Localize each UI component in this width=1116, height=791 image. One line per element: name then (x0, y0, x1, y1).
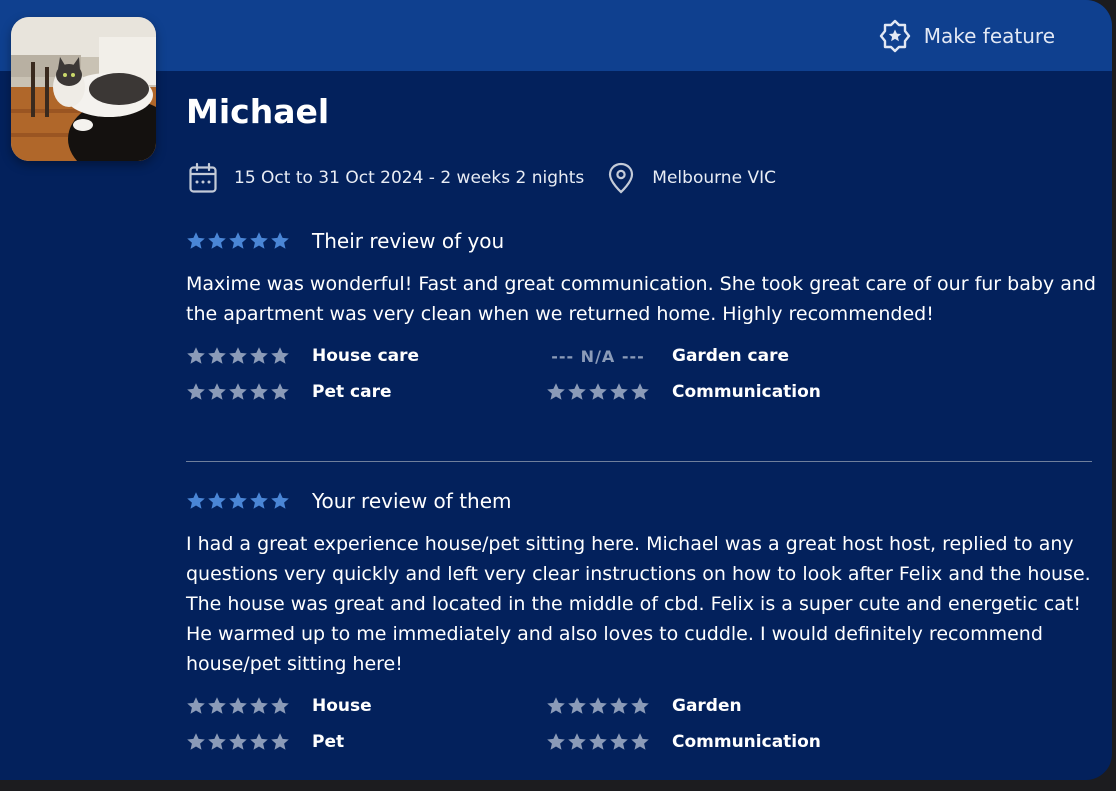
garden-care-label: Garden care (672, 346, 789, 366)
pet-stars (186, 732, 290, 752)
star-icon (187, 383, 205, 400)
star-icon (229, 347, 247, 364)
card-header-bar: Make feature (0, 0, 1112, 71)
star-icon (229, 697, 247, 714)
star-icon (271, 733, 289, 750)
star-icon (187, 347, 205, 364)
star-icon (271, 697, 289, 714)
star-icon (271, 492, 289, 509)
star-icon (187, 733, 205, 750)
star-icon (589, 733, 607, 750)
their-review-title: Their review of you (312, 229, 505, 253)
make-feature-button[interactable]: Make feature (878, 19, 1055, 53)
rating-pet-care: Pet care (186, 382, 392, 402)
star-icon (229, 733, 247, 750)
pet-label: Pet (312, 732, 345, 752)
star-icon (208, 733, 226, 750)
trip-dates: 15 Oct to 31 Oct 2024 - 2 weeks 2 nights (234, 168, 585, 188)
star-icon (229, 492, 247, 509)
house-care-stars (186, 346, 290, 366)
trip-location: Melbourne VIC (652, 168, 776, 188)
star-icon (610, 697, 628, 714)
star-icon (589, 383, 607, 400)
star-icon (250, 733, 268, 750)
star-icon (187, 697, 205, 714)
trip-meta: 15 Oct to 31 Oct 2024 - 2 weeks 2 nights… (186, 161, 776, 195)
rating-house: House (186, 696, 372, 716)
your-review-header: Your review of them (186, 489, 512, 513)
star-icon (250, 492, 268, 509)
star-icon (271, 232, 289, 249)
rating-garden: Garden (546, 696, 742, 716)
make-feature-label: Make feature (923, 24, 1055, 48)
star-icon (568, 697, 586, 714)
garden-label: Garden (672, 696, 742, 716)
star-icon (208, 492, 226, 509)
your-review-stars (186, 491, 290, 511)
house-stars (186, 696, 290, 716)
star-icon (229, 383, 247, 400)
rating-garden-care: --- N/A --- Garden care (546, 346, 789, 366)
star-icon (568, 383, 586, 400)
communication-2-label: Communication (672, 732, 821, 752)
communication-label: Communication (672, 382, 821, 402)
star-icon (631, 383, 649, 400)
star-icon (208, 232, 226, 249)
star-icon (547, 697, 565, 714)
star-badge-icon (878, 19, 912, 53)
house-care-label: House care (312, 346, 420, 366)
rating-communication-2: Communication (546, 732, 821, 752)
star-icon (208, 383, 226, 400)
star-icon (610, 383, 628, 400)
star-icon (250, 347, 268, 364)
star-icon (610, 733, 628, 750)
location-pin-icon (606, 161, 636, 195)
calendar-icon (186, 161, 220, 195)
star-icon (631, 733, 649, 750)
star-icon (631, 697, 649, 714)
star-icon (187, 232, 205, 249)
their-review-text: Maxime was wonderful! Fast and great com… (186, 273, 1096, 325)
communication-2-stars (546, 732, 650, 752)
rating-pet: Pet (186, 732, 344, 752)
star-icon (271, 347, 289, 364)
review-card: Make feature Michael 15 Oct to 31 Oct 20… (0, 0, 1112, 780)
section-divider (186, 461, 1092, 462)
profile-name: Michael (186, 92, 330, 131)
pet-care-stars (186, 382, 290, 402)
star-icon (229, 232, 247, 249)
their-review-stars (186, 231, 290, 251)
rating-house-care: House care (186, 346, 419, 366)
garden-stars (546, 696, 650, 716)
star-icon (547, 383, 565, 400)
star-icon (589, 697, 607, 714)
garden-care-na: --- N/A --- (551, 346, 645, 366)
communication-stars (546, 382, 650, 402)
star-icon (250, 232, 268, 249)
star-icon (208, 347, 226, 364)
profile-photo (11, 17, 156, 161)
star-icon (568, 733, 586, 750)
rating-communication: Communication (546, 382, 821, 402)
star-icon (547, 733, 565, 750)
pet-care-label: Pet care (312, 382, 392, 402)
star-icon (208, 697, 226, 714)
star-icon (250, 383, 268, 400)
their-review-header: Their review of you (186, 229, 504, 253)
your-review-title: Your review of them (312, 489, 512, 513)
star-icon (250, 697, 268, 714)
house-label: House (312, 696, 372, 716)
your-review-text: I had a great experience house/pet sitti… (186, 533, 1091, 675)
star-icon (271, 383, 289, 400)
star-icon (187, 492, 205, 509)
